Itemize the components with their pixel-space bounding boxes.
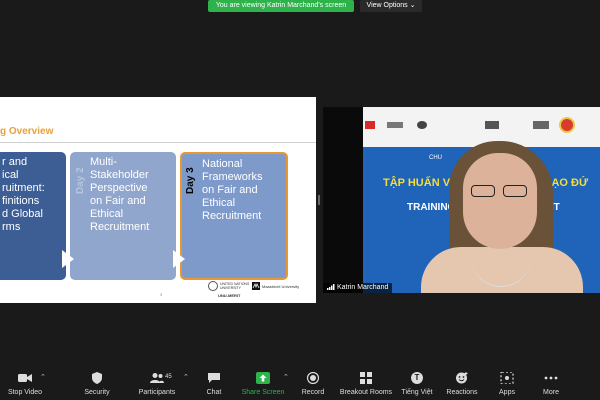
backdrop-text-chu: CHU [429, 155, 442, 161]
more-button[interactable]: More [534, 366, 568, 400]
chat-button[interactable]: Chat [196, 366, 232, 400]
slide-logos: UNITED NATIONS UNIVERSITY Maastricht Uni… [208, 281, 308, 299]
day3-label: Day 3 [185, 167, 196, 194]
un-logo-text: UNITED NATIONS UNIVERSITY [220, 282, 250, 290]
day2-card-text: Multi- Stakeholder Perspective on Fair a… [90, 156, 150, 233]
share-options-chevron-icon[interactable]: ⌃ [283, 373, 289, 381]
security-button[interactable]: Security [75, 366, 119, 400]
participants-count: 45 [165, 374, 172, 380]
day1-card: r and ical ruitment: finitions d Global … [0, 152, 66, 280]
share-screen-button[interactable]: Share Screen [240, 366, 286, 400]
maastricht-logo-text: Maastricht University [262, 284, 300, 289]
day1-card-text: r and ical ruitment: finitions d Global … [2, 156, 45, 233]
screen-share-banner: You are viewing Katrin Marchand's screen [208, 0, 354, 12]
sponsor-logo-icon [485, 121, 499, 129]
maastricht-logo-icon [252, 282, 260, 290]
participants-options-chevron-icon[interactable]: ⌃ [183, 373, 189, 381]
more-dots-icon [544, 376, 558, 380]
day2-label: Day 2 [75, 167, 86, 194]
title-divider [0, 142, 316, 143]
slide-title: g Overview [0, 126, 54, 137]
share-screen-icon [256, 372, 270, 384]
national-emblem-icon [559, 117, 575, 133]
video-options-chevron-icon[interactable]: ⌃ [40, 373, 46, 381]
video-camera-icon [18, 374, 32, 382]
participants-button[interactable]: Participants [132, 366, 182, 400]
un-emblem-icon [417, 121, 427, 129]
chat-icon [208, 373, 220, 383]
meeting-toolbar: Stop Video ⌃ Security Participants 45 ⌃ … [0, 366, 600, 400]
language-interpretation-button[interactable]: T Tiếng Việt [398, 366, 436, 400]
video-shadow-area [323, 107, 363, 293]
sponsor-logo-icon [387, 122, 403, 128]
glasses-icon [503, 185, 527, 197]
zoom-meeting-window: You are viewing Katrin Marchand's screen… [0, 0, 600, 400]
signal-strength-icon [327, 284, 335, 290]
participant-name: Katrin Marchand [337, 284, 389, 291]
flag-icon [365, 121, 375, 129]
participant-face [463, 153, 537, 249]
breakout-rooms-icon [360, 372, 372, 384]
apps-icon [500, 372, 514, 384]
un-logo-icon [208, 281, 218, 291]
participant-name-tag: Katrin Marchand [323, 283, 393, 293]
unu-merit-logo-text: UNU-MERIT [218, 293, 241, 298]
view-options-button[interactable]: View Options ⌄ [360, 0, 422, 12]
resize-handle[interactable] [318, 195, 320, 205]
arrow-icon [62, 250, 74, 268]
arrow-icon [173, 250, 185, 268]
reactions-emoji-icon [456, 372, 468, 384]
apps-button[interactable]: Apps [490, 366, 524, 400]
record-icon [306, 372, 320, 384]
reactions-button[interactable]: Reactions [442, 366, 482, 400]
slide-page-number: 3 [160, 292, 163, 297]
language-icon: T [411, 372, 423, 384]
shared-slide: g Overview r and ical ruitment: finition… [0, 97, 316, 303]
glasses-icon [471, 185, 495, 197]
sponsor-logo-icon [533, 121, 549, 129]
day3-card-text: National Frameworks on Fair and Ethical … [202, 158, 263, 222]
breakout-rooms-button[interactable]: Breakout Rooms [338, 366, 394, 400]
stop-video-button[interactable]: Stop Video [0, 366, 50, 400]
participant-video-tile[interactable]: CHU TẬP HUẤN VỀ TUYỂN ... À CÓ ĐẠO ĐỨ TR… [323, 107, 600, 293]
record-button[interactable]: Record [296, 366, 330, 400]
participants-icon [150, 373, 164, 383]
shield-icon [92, 372, 102, 384]
